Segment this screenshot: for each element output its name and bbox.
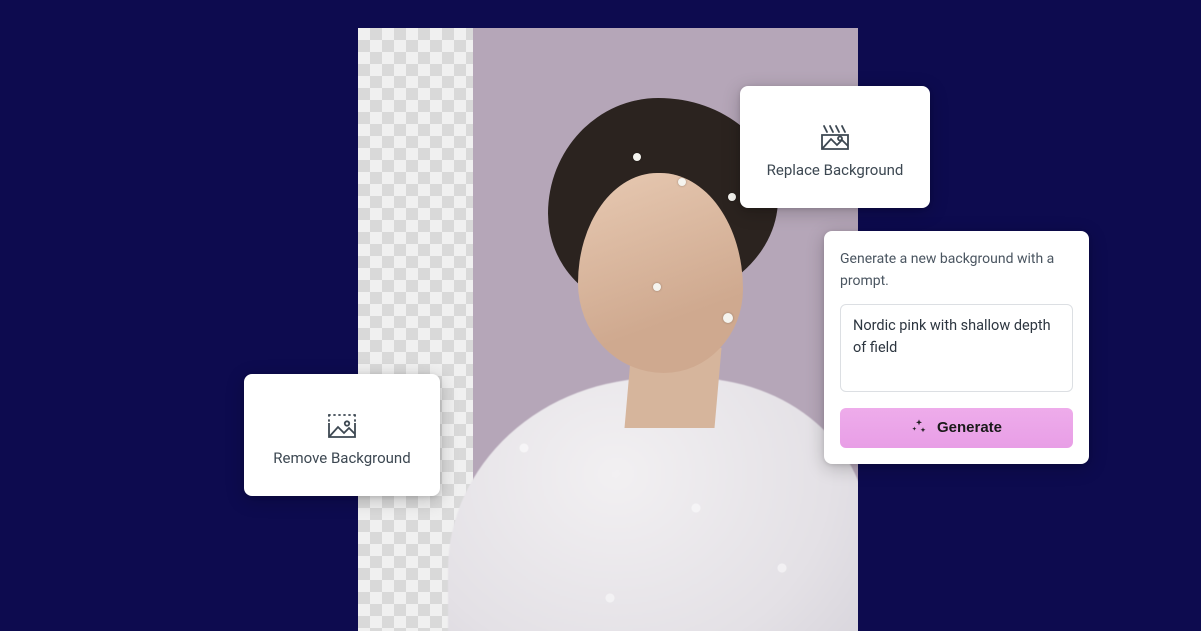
- generate-prompt-panel: Generate a new background with a prompt.…: [824, 231, 1089, 464]
- sparkle-icon: [911, 418, 927, 438]
- remove-bg-label: Remove Background: [273, 449, 410, 467]
- prompt-input[interactable]: [840, 304, 1073, 391]
- prompt-caption: Generate a new background with a prompt.: [840, 249, 1073, 292]
- replace-bg-icon: [820, 125, 850, 151]
- remove-background-card[interactable]: Remove Background: [244, 374, 440, 496]
- generate-button-label: Generate: [937, 419, 1002, 436]
- replace-bg-label: Replace Background: [767, 161, 904, 179]
- remove-bg-icon: [327, 413, 357, 439]
- replace-background-card[interactable]: Replace Background: [740, 86, 930, 208]
- generate-button[interactable]: Generate: [840, 408, 1073, 448]
